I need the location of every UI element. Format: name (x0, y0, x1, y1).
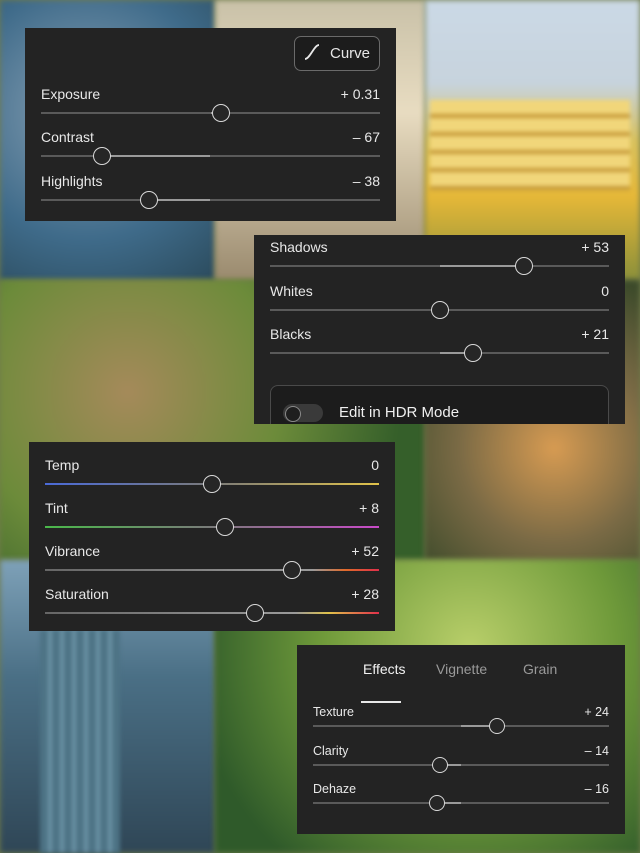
light-panel: Curve Exposure + 0.31 Contrast – 67 High… (25, 28, 396, 221)
slider-track[interactable] (41, 155, 380, 157)
tab-vignette[interactable]: Vignette (436, 661, 487, 677)
slider-fill (149, 199, 211, 201)
slider-label: Clarity (313, 744, 349, 758)
toggle-knob (285, 406, 301, 422)
slider-label: Shadows (270, 239, 328, 255)
slider-label: Saturation (45, 586, 109, 602)
hdr-mode-row[interactable]: Edit in HDR Mode (270, 385, 609, 424)
slider-handle[interactable] (203, 475, 221, 493)
slider-track[interactable] (45, 526, 379, 528)
slider-label: Dehaze (313, 782, 357, 796)
slider-handle[interactable] (140, 191, 159, 209)
effects-panel: Effects Vignette Grain Texture + 24 Clar… (297, 645, 625, 834)
slider-handle[interactable] (488, 718, 505, 734)
slider-handle[interactable] (429, 795, 446, 811)
effects-tabs: Effects Vignette Grain (297, 661, 625, 703)
tab-grain[interactable]: Grain (523, 661, 557, 677)
curve-button[interactable]: Curve (294, 36, 380, 71)
slider-track[interactable] (41, 199, 380, 201)
tower-blur (40, 630, 120, 853)
slider-value: + 0.31 (340, 86, 380, 102)
slider-handle[interactable] (432, 757, 449, 773)
color-panel: Temp 0 Tint + 8 Vibrance + 52 Saturation… (29, 442, 395, 631)
curve-label: Curve (329, 45, 370, 62)
slider-track[interactable] (45, 612, 379, 614)
slider-handle[interactable] (283, 561, 302, 579)
slider-value: 0 (371, 457, 379, 473)
curve-icon (304, 43, 320, 64)
slider-value: – 16 (584, 782, 609, 796)
slider-label: Tint (45, 500, 68, 516)
slider-fill (439, 265, 525, 267)
slider-value: – 67 (352, 129, 380, 145)
slider-label: Texture (313, 705, 354, 719)
slider-handle[interactable] (464, 344, 483, 362)
hdr-label: Edit in HDR Mode (339, 404, 460, 421)
slider-track[interactable] (313, 764, 609, 766)
slider-label: Exposure (41, 86, 101, 102)
slider-label: Vibrance (45, 543, 101, 559)
slider-value: + 52 (351, 543, 379, 559)
slider-label: Blacks (270, 326, 312, 342)
slider-track[interactable] (270, 265, 609, 267)
hdr-toggle[interactable] (283, 404, 323, 422)
slider-label: Contrast (41, 129, 94, 145)
slider-value: – 38 (352, 173, 380, 189)
slider-label: Highlights (41, 173, 103, 189)
slider-handle[interactable] (515, 257, 534, 275)
slider-track[interactable] (45, 569, 379, 571)
slider-value: + 53 (581, 239, 609, 255)
slider-value: + 21 (581, 326, 609, 342)
slider-track[interactable] (270, 352, 609, 354)
slider-label: Temp (45, 457, 80, 473)
slider-track[interactable] (313, 802, 609, 804)
slider-value: – 14 (584, 744, 609, 758)
slider-fill (102, 155, 211, 157)
slider-label: Whites (270, 283, 313, 299)
slider-handle[interactable] (246, 604, 265, 622)
slider-value: + 24 (584, 705, 609, 719)
tone-panel: Shadows + 53 Whites 0 Blacks + 21 Edit i… (254, 235, 625, 424)
slider-handle[interactable] (211, 104, 230, 122)
tab-effects[interactable]: Effects (363, 661, 406, 677)
slider-value: 0 (601, 283, 609, 299)
active-tab-underline (361, 701, 401, 703)
slider-track[interactable] (41, 112, 380, 114)
slider-handle[interactable] (216, 518, 235, 536)
slider-handle[interactable] (93, 147, 112, 165)
slider-value: + 8 (359, 500, 379, 516)
slider-track[interactable] (313, 725, 609, 727)
slider-handle[interactable] (430, 301, 449, 319)
building-blur (430, 100, 630, 190)
slider-value: + 28 (351, 586, 379, 602)
